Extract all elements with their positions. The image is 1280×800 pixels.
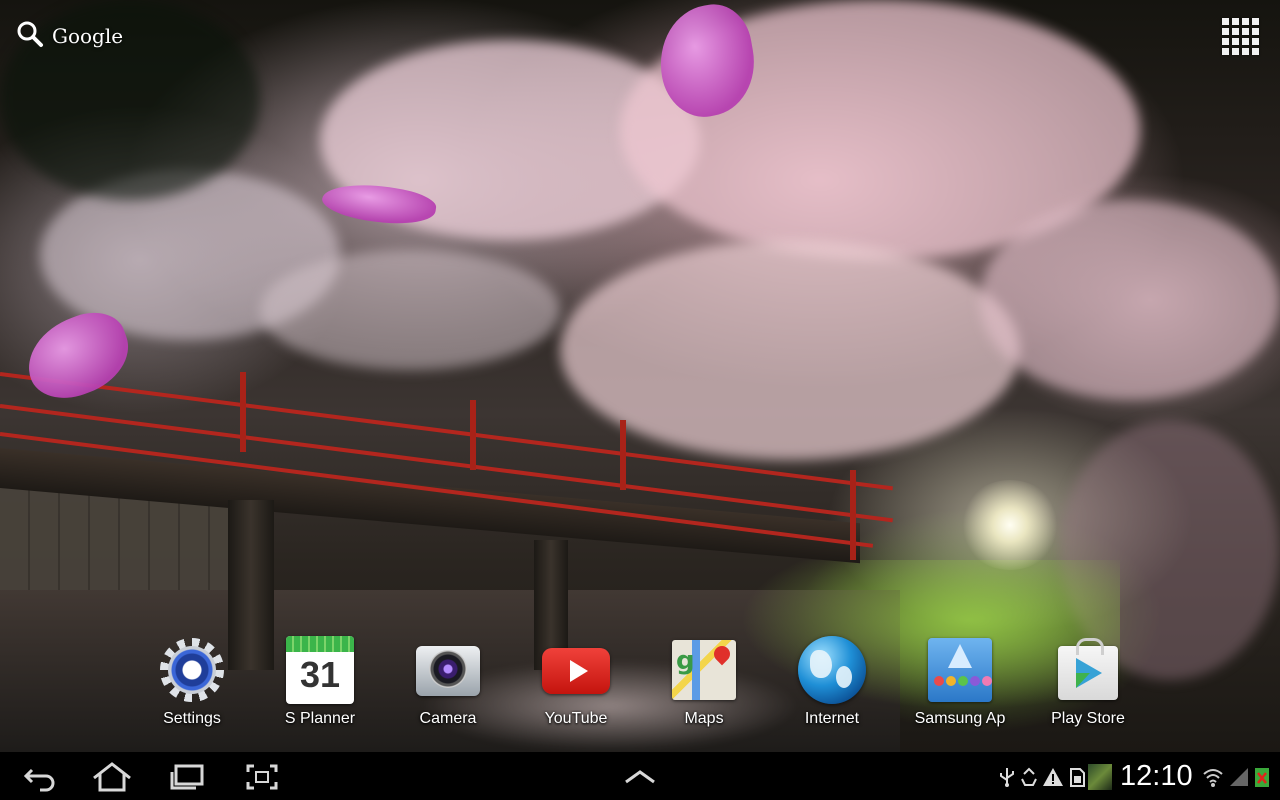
google-search-label: Google bbox=[52, 24, 124, 48]
lantern-glow bbox=[960, 480, 1060, 570]
app-label: Camera bbox=[419, 710, 477, 727]
app-youtube[interactable]: YouTube bbox=[522, 632, 630, 736]
home-icon bbox=[93, 762, 131, 792]
app-s-planner[interactable]: 31 S Planner bbox=[266, 632, 374, 736]
recent-apps-icon bbox=[170, 764, 204, 790]
google-search-bar[interactable]: Google bbox=[16, 20, 123, 52]
maps-icon: g bbox=[670, 636, 738, 704]
battery-error-icon bbox=[1255, 768, 1269, 787]
app-label: S Planner bbox=[284, 710, 356, 727]
recycle-icon bbox=[1021, 767, 1037, 786]
home-button[interactable] bbox=[86, 760, 138, 794]
app-settings[interactable]: Settings bbox=[138, 632, 246, 736]
screenshot-icon bbox=[246, 764, 278, 790]
usb-icon bbox=[1000, 768, 1014, 787]
apps-grid-button[interactable] bbox=[1218, 14, 1262, 55]
recent-apps-button[interactable] bbox=[162, 760, 214, 794]
samsung-apps-icon bbox=[926, 636, 994, 704]
chevron-up-icon bbox=[625, 770, 655, 784]
sd-card-icon bbox=[1070, 768, 1085, 787]
image-thumbnail-icon bbox=[1088, 764, 1112, 790]
app-label: Maps bbox=[684, 710, 724, 727]
signal-icon bbox=[1230, 768, 1248, 786]
app-camera[interactable]: Camera bbox=[394, 632, 502, 736]
play-store-icon bbox=[1054, 636, 1122, 704]
bridge-post bbox=[620, 420, 626, 490]
app-play-store[interactable]: Play Store bbox=[1034, 632, 1142, 736]
apps-grid-icon bbox=[1222, 18, 1262, 55]
calendar-date: 31 bbox=[299, 654, 341, 695]
app-label: Samsung Ap bbox=[914, 710, 1006, 727]
back-button[interactable] bbox=[14, 760, 66, 794]
blossom-cluster bbox=[560, 240, 1020, 460]
blossom-cluster bbox=[260, 250, 560, 370]
camera-icon bbox=[414, 636, 482, 704]
app-internet[interactable]: Internet bbox=[778, 632, 886, 736]
app-dock: Settings 31 S Planner Camera YouTube g M… bbox=[0, 632, 1280, 742]
globe-icon bbox=[798, 636, 866, 704]
wifi-icon bbox=[1203, 769, 1223, 787]
app-drawer-handle[interactable] bbox=[614, 760, 666, 794]
bridge-post bbox=[470, 400, 476, 470]
app-samsung-apps[interactable]: Samsung Ap bbox=[906, 632, 1014, 736]
app-label: Settings bbox=[163, 710, 221, 727]
app-label: YouTube bbox=[544, 710, 608, 727]
system-bar: 12:10 bbox=[0, 752, 1280, 800]
clock: 12:10 bbox=[1120, 760, 1193, 792]
app-maps[interactable]: g Maps bbox=[650, 632, 758, 736]
youtube-icon bbox=[542, 636, 610, 704]
app-label: Play Store bbox=[1051, 710, 1125, 727]
screenshot-button[interactable] bbox=[236, 760, 288, 794]
bridge-post bbox=[240, 372, 246, 452]
blossom-cluster bbox=[980, 200, 1280, 400]
bridge-post bbox=[850, 470, 856, 560]
settings-gear-icon bbox=[158, 636, 226, 704]
warning-icon bbox=[1043, 768, 1063, 786]
back-icon bbox=[23, 768, 55, 792]
calendar-icon: 31 bbox=[286, 636, 354, 704]
app-label: Internet bbox=[804, 710, 860, 727]
search-icon bbox=[16, 20, 44, 53]
